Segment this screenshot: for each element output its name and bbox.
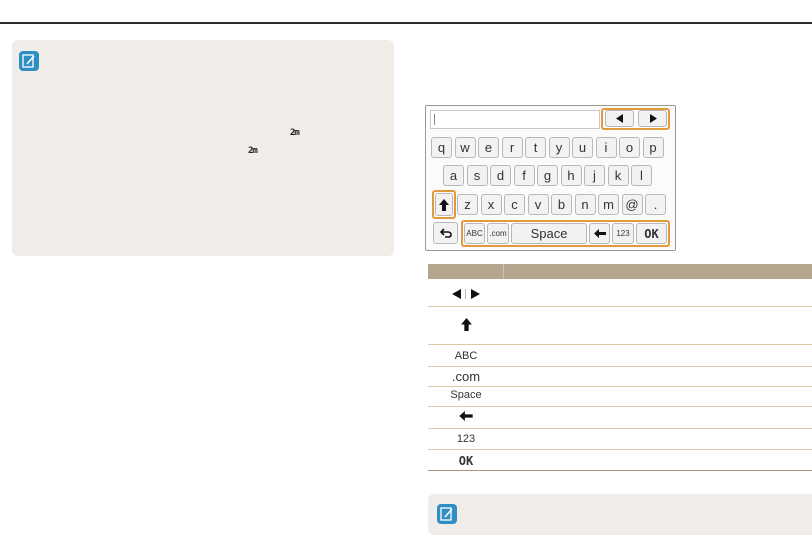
key-f[interactable]: f xyxy=(513,165,535,186)
arrow-left-right-icon xyxy=(452,289,480,299)
table-row-separator xyxy=(428,406,812,407)
key-q[interactable]: q xyxy=(431,137,452,158)
cursor-keys-highlight xyxy=(601,108,670,130)
resolution-2m-icon: 2m xyxy=(248,146,258,156)
text-cursor xyxy=(434,114,435,125)
onscreen-keyboard: ABC .com Space 123 OK qwertyuiopasdfghjk… xyxy=(425,105,676,251)
key-period[interactable]: . xyxy=(645,194,666,215)
key-p[interactable]: p xyxy=(642,137,664,158)
key-u[interactable]: u xyxy=(572,137,593,158)
key-s[interactable]: s xyxy=(466,165,488,186)
key-k[interactable]: k xyxy=(607,165,629,186)
key-h[interactable]: h xyxy=(560,165,582,186)
table-row-icon xyxy=(428,288,504,303)
table-row-icon xyxy=(428,411,504,424)
table-row-separator xyxy=(428,449,812,450)
key-o[interactable]: o xyxy=(619,137,640,158)
table-row-label: Space xyxy=(450,389,482,401)
return-icon xyxy=(439,228,452,238)
table-row-label: .com xyxy=(451,369,481,384)
bottom-keys-highlight xyxy=(461,220,670,247)
key-c[interactable]: c xyxy=(504,194,525,215)
table-row-label: 123 xyxy=(456,433,476,445)
note-box: 2m 2m xyxy=(12,40,394,256)
key-v[interactable]: v xyxy=(527,194,549,215)
key-n[interactable]: n xyxy=(574,194,596,215)
key-r[interactable]: r xyxy=(501,137,523,158)
key-l[interactable]: l xyxy=(631,165,652,186)
table-header-divider xyxy=(503,264,504,279)
key-i[interactable]: i xyxy=(595,137,617,158)
table-row-label: ABC xyxy=(454,350,478,362)
key-t[interactable]: t xyxy=(525,137,546,158)
resolution-2m-icon: 2m xyxy=(290,128,300,138)
table-row-separator xyxy=(428,306,812,307)
table-row-separator xyxy=(428,366,812,367)
table-row-separator xyxy=(428,428,812,429)
key-j[interactable]: j xyxy=(584,165,605,186)
table-header xyxy=(428,264,812,279)
header-rule xyxy=(0,22,812,24)
key-g[interactable]: g xyxy=(537,165,558,186)
key-x[interactable]: x xyxy=(480,194,502,215)
key-z[interactable]: z xyxy=(457,194,478,215)
key-a[interactable]: a xyxy=(443,165,464,186)
table-row-separator xyxy=(428,386,812,387)
key-d[interactable]: d xyxy=(490,165,511,186)
back-key[interactable] xyxy=(433,222,458,244)
key-w[interactable]: w xyxy=(454,137,476,158)
table-row-icon xyxy=(428,318,504,334)
shift-up-icon xyxy=(460,318,472,331)
key-e[interactable]: e xyxy=(478,137,499,158)
table-row-separator xyxy=(428,344,812,345)
backspace-left-icon xyxy=(459,411,473,421)
key-b[interactable]: b xyxy=(551,194,572,215)
text-input-field[interactable] xyxy=(430,110,600,129)
note-icon xyxy=(437,504,457,524)
note-icon xyxy=(19,51,39,71)
table-bottom-rule xyxy=(428,470,812,471)
key-at[interactable]: @ xyxy=(621,194,643,215)
note-box xyxy=(428,494,812,535)
key-m[interactable]: m xyxy=(598,194,619,215)
key-y[interactable]: y xyxy=(548,137,570,158)
shift-key-highlight xyxy=(432,190,456,219)
table-row-label: OK xyxy=(458,454,474,468)
